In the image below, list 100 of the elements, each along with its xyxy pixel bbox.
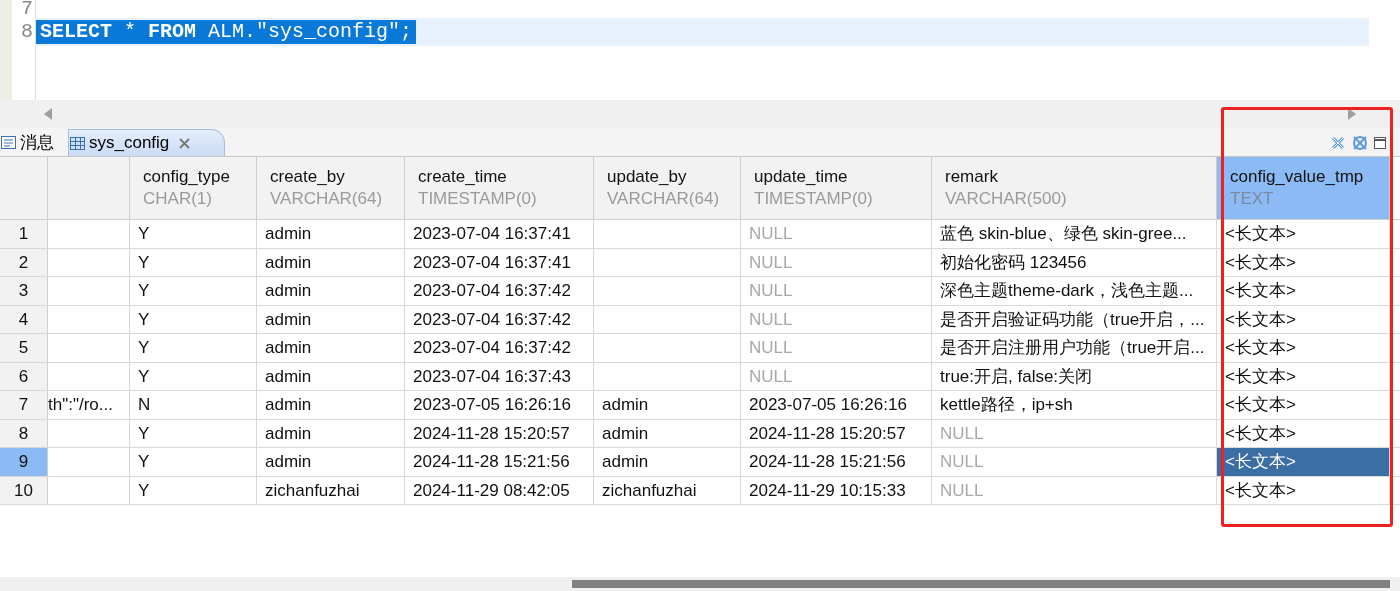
table-icon: [70, 136, 85, 150]
table-cell[interactable]: 2024-11-29 10:15:33: [741, 476, 932, 504]
table-cell[interactable]: admin: [594, 448, 741, 476]
column-header[interactable]: config_type CHAR(1): [130, 157, 257, 219]
column-type: TIMESTAMP(0): [418, 188, 538, 210]
row-number[interactable]: 8: [0, 419, 48, 447]
table-cell[interactable]: <长文本>: [1217, 277, 1390, 305]
column-header[interactable]: update_by VARCHAR(64): [594, 157, 741, 219]
column-header[interactable]: config_value_tmp TEXT: [1217, 157, 1390, 219]
sql-statement: SELECT* FROM ALM."sys_config";: [36, 20, 417, 44]
table-cell[interactable]: 2023-07-05 16:26:16: [741, 391, 932, 419]
table-cell[interactable]: Y: [130, 305, 257, 333]
row-number[interactable]: 1: [0, 220, 48, 248]
column-name: create_by: [270, 166, 346, 188]
line-number: 8: [20, 19, 34, 45]
table-cell[interactable]: admin: [257, 334, 405, 362]
table-cell[interactable]: 2024-11-28 15:20:57: [405, 419, 594, 447]
table-cell[interactable]: 2023-07-04 16:37:42: [405, 305, 594, 333]
row-number[interactable]: 4: [0, 305, 48, 333]
table-cell[interactable]: 2023-07-04 16:37:42: [405, 334, 594, 362]
table-cell[interactable]: admin: [594, 391, 741, 419]
table-cell[interactable]: true:开启, false:关闭: [932, 362, 1217, 390]
close-icon[interactable]: [179, 137, 191, 149]
column-type: TEXT: [1230, 188, 1275, 210]
result-tab[interactable]: sys_config: [68, 129, 226, 156]
column-name: update_by: [607, 166, 688, 188]
table-cell[interactable]: <长文本>: [1217, 419, 1390, 447]
column-type: TIMESTAMP(0): [754, 188, 874, 210]
table-cell[interactable]: admin: [257, 419, 405, 447]
table-cell[interactable]: admin: [257, 220, 405, 248]
table-cell[interactable]: 2024-11-28 15:20:57: [741, 419, 932, 447]
table-cell[interactable]: 2024-11-28 15:21:56: [741, 448, 932, 476]
scroll-left-icon[interactable]: [44, 108, 52, 120]
table-cell[interactable]: <长文本>: [1217, 248, 1390, 276]
row-number[interactable]: 2: [0, 248, 48, 276]
column-name: update_time: [754, 166, 849, 188]
column-name: create_time: [418, 166, 508, 188]
column-type: VARCHAR(64): [270, 188, 384, 210]
table-cell[interactable]: admin: [257, 448, 405, 476]
row-number[interactable]: 10: [0, 476, 48, 504]
table-cell[interactable]: <长文本>: [1217, 305, 1390, 333]
column-header[interactable]: create_by VARCHAR(64): [257, 157, 405, 219]
column-type: CHAR(1): [143, 188, 213, 210]
table-cell[interactable]: <长文本>: [1217, 220, 1390, 248]
table-cell[interactable]: 2023-07-05 16:26:16: [405, 391, 594, 419]
table-cell[interactable]: Y: [130, 419, 257, 447]
table-cell[interactable]: <长文本>: [1217, 334, 1390, 362]
table-cell[interactable]: Y: [130, 248, 257, 276]
column-type: VARCHAR(500): [945, 188, 1068, 210]
corner-header[interactable]: [0, 157, 48, 219]
table-cell[interactable]: <长文本>: [1217, 448, 1390, 476]
table-cell[interactable]: 2023-07-04 16:37:42: [405, 277, 594, 305]
column-header[interactable]: create_time TIMESTAMP(0): [405, 157, 594, 219]
table-cell[interactable]: Y: [130, 334, 257, 362]
table-cell[interactable]: 蓝色 skin-blue、绿色 skin-gree...: [932, 220, 1217, 248]
column-header[interactable]: remark VARCHAR(500): [932, 157, 1217, 219]
table-cell[interactable]: admin: [594, 419, 741, 447]
table-cell[interactable]: N: [130, 391, 257, 419]
table-cell[interactable]: admin: [257, 305, 405, 333]
table-cell[interactable]: 2023-07-04 16:37:41: [405, 220, 594, 248]
row-number[interactable]: 9: [0, 448, 48, 476]
column-header[interactable]: update_time TIMESTAMP(0): [741, 157, 932, 219]
table-cell[interactable]: kettle路径，ip+sh: [932, 391, 1217, 419]
table-cell[interactable]: Y: [130, 277, 257, 305]
column-name: config_type: [143, 166, 231, 188]
table-cell[interactable]: 初始化密码 123456: [932, 248, 1217, 276]
collapse-icon[interactable]: [1330, 134, 1346, 151]
row-number[interactable]: 7: [0, 391, 48, 419]
table-cell[interactable]: 是否开启注册用户功能（true开启...: [932, 334, 1217, 362]
row-number[interactable]: 3: [0, 277, 48, 305]
scrollbar-thumb[interactable]: [572, 580, 1390, 588]
table-cell[interactable]: 2024-11-29 08:42:05: [405, 476, 594, 504]
table-cell[interactable]: admin: [257, 248, 405, 276]
maximize-icon[interactable]: [1374, 136, 1386, 149]
table-cell[interactable]: th":"/ro...: [48, 391, 130, 419]
table-cell[interactable]: admin: [257, 277, 405, 305]
table-cell[interactable]: 深色主题theme-dark，浅色主题...: [932, 277, 1217, 305]
table-cell[interactable]: zichanfuzhai: [257, 476, 405, 504]
table-cell[interactable]: <长文本>: [1217, 476, 1390, 504]
expand-icon[interactable]: [1352, 134, 1368, 151]
line-number: 7: [20, 0, 34, 18]
table-cell[interactable]: admin: [257, 362, 405, 390]
table-cell[interactable]: Y: [130, 448, 257, 476]
scroll-right-icon[interactable]: [1348, 108, 1356, 120]
table-cell[interactable]: Y: [130, 476, 257, 504]
result-tab[interactable]: 消息: [0, 129, 68, 156]
table-cell[interactable]: <长文本>: [1217, 362, 1390, 390]
column-name: remark: [945, 166, 999, 188]
table-cell[interactable]: zichanfuzhai: [594, 476, 741, 504]
table-cell[interactable]: 2023-07-04 16:37:41: [405, 248, 594, 276]
table-cell[interactable]: 是否开启验证码功能（true开启，...: [932, 305, 1217, 333]
row-number[interactable]: 5: [0, 334, 48, 362]
table-cell[interactable]: admin: [257, 391, 405, 419]
table-cell[interactable]: Y: [130, 220, 257, 248]
table-cell[interactable]: 2024-11-28 15:21:56: [405, 448, 594, 476]
column-type: VARCHAR(64): [607, 188, 721, 210]
row-number[interactable]: 6: [0, 362, 48, 390]
table-cell[interactable]: 2023-07-04 16:37:43: [405, 362, 594, 390]
table-cell[interactable]: <长文本>: [1217, 391, 1390, 419]
table-cell[interactable]: Y: [130, 362, 257, 390]
